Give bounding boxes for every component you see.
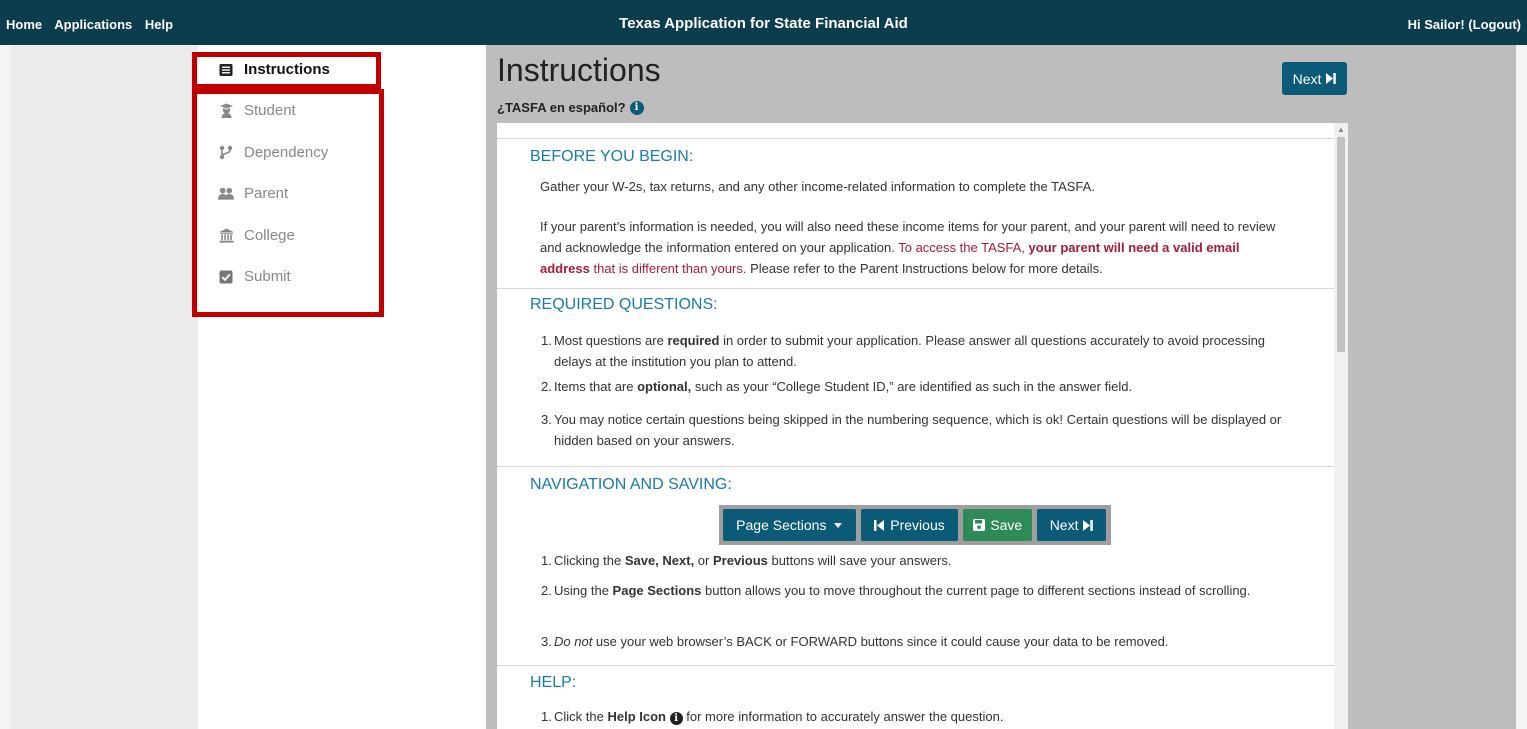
logout-link[interactable]: Hi Sailor! (Logout): [1408, 17, 1521, 32]
before-paragraph-1: Gather your W-2s, tax returns, and any o…: [540, 179, 1095, 194]
top-navbar: Home Applications Help Texas Application…: [0, 0, 1527, 45]
list-item: 3. Do not use your web browser’s BACK or …: [541, 634, 1169, 649]
list-item: 3. You may notice certain questions being…: [541, 412, 1282, 448]
scroll-up-arrow-icon[interactable]: ▲: [1337, 125, 1345, 134]
nav-applications-link[interactable]: Applications: [54, 17, 132, 32]
app-title: Texas Application for State Financial Ai…: [619, 15, 908, 32]
list-item: 1. Clicking the Save, Next, or Previous b…: [541, 553, 952, 568]
navigation-toolbar-example: Page Sections Previous Save Next: [719, 505, 1111, 545]
list-item: 2. Using the Page Sections button allows …: [541, 583, 1251, 598]
top-nav-links: Home Applications Help: [6, 17, 182, 32]
step-forward-icon: [1083, 519, 1094, 531]
next-button-example[interactable]: Next: [1037, 509, 1106, 541]
previous-button[interactable]: Previous: [860, 509, 959, 541]
scrollbar-thumb[interactable]: [1337, 137, 1345, 352]
spanish-label: ¿TASFA en español?: [497, 100, 626, 115]
highlight-box-steps: [192, 89, 384, 317]
highlight-box-current: [192, 52, 381, 89]
section-title-required: REQUIRED QUESTIONS:: [530, 296, 718, 313]
help-info-icon: i: [669, 712, 683, 725]
list-item: 1. Click the Help Icon i for more informa…: [541, 709, 1004, 725]
page-sections-button[interactable]: Page Sections: [723, 509, 856, 541]
section-divider: [497, 288, 1334, 289]
section-divider: [497, 665, 1334, 666]
section-title-navigation: NAVIGATION AND SAVING:: [530, 476, 732, 493]
next-button-top[interactable]: Next: [1282, 62, 1347, 95]
section-divider: [497, 138, 1334, 139]
save-button[interactable]: Save: [963, 509, 1033, 541]
page-title: Instructions: [497, 52, 661, 88]
section-divider: [497, 466, 1334, 467]
step-backward-icon: [874, 519, 885, 531]
info-icon[interactable]: i: [629, 100, 644, 115]
caret-down-icon: [834, 522, 843, 528]
before-paragraph-2: If your parent’s information is needed, …: [540, 219, 1276, 276]
page-background-left: [0, 45, 198, 729]
list-item: 1. Most questions are required in order t…: [541, 333, 1266, 369]
next-button-label: Next: [1292, 70, 1322, 87]
nav-home-link[interactable]: Home: [6, 17, 42, 32]
spanish-toggle[interactable]: ¿TASFA en español? i: [497, 100, 644, 115]
floppy-disk-icon: [973, 519, 986, 531]
step-forward-icon: [1326, 73, 1337, 84]
section-title-help: HELP:: [530, 674, 577, 691]
list-item: 2. Items that are optional, such as your …: [541, 379, 1133, 394]
nav-help-link[interactable]: Help: [145, 17, 173, 32]
section-title-before: BEFORE YOU BEGIN:: [530, 148, 694, 165]
panel-scrollbar[interactable]: ▲: [1334, 123, 1348, 729]
page-edge: [1516, 45, 1527, 729]
